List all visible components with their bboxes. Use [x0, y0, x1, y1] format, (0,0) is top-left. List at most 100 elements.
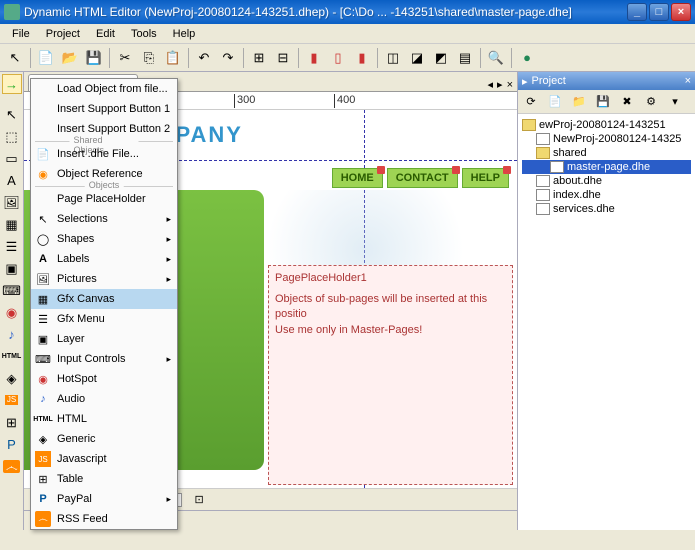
project-folder-icon[interactable]: 📁	[568, 91, 590, 113]
tree-item[interactable]: NewProj-20080124-14325	[522, 132, 691, 146]
layer-icon: ▣	[35, 331, 51, 347]
ctx-generic[interactable]: ◈Generic	[31, 429, 177, 449]
preview-icon[interactable]: 🔍	[485, 47, 507, 69]
project-prop-icon[interactable]: ⚙	[640, 91, 662, 113]
ctx-gfx-menu[interactable]: ☰Gfx Menu	[31, 309, 177, 329]
tree-item-selected[interactable]: master-page.dhe	[522, 160, 691, 174]
tool-a-icon[interactable]: ◫	[382, 47, 404, 69]
tab-nav-left-icon[interactable]: ◂	[488, 78, 494, 91]
toolbox-table-icon[interactable]: ⊞	[2, 412, 22, 432]
toolbox-input-icon[interactable]: ⌨	[2, 280, 22, 300]
project-new-icon[interactable]: 📄	[544, 91, 566, 113]
project-del-icon[interactable]: ✖	[616, 91, 638, 113]
toolbox-rect-icon[interactable]: ▭	[2, 148, 22, 168]
ctx-input-controls[interactable]: ⌨Input Controls	[31, 349, 177, 369]
toolbox-rss-icon[interactable]: ෴	[2, 456, 22, 476]
globe-icon[interactable]: ●	[516, 47, 538, 69]
toolbox-html-icon[interactable]: HTML	[2, 346, 22, 366]
ctx-labels[interactable]: ALabels	[31, 249, 177, 269]
toolbox-audio-icon[interactable]: ♪	[2, 324, 22, 344]
ctx-shapes[interactable]: ◯Shapes	[31, 229, 177, 249]
project-tree[interactable]: ewProj-20080124-143251 NewProj-20080124-…	[518, 114, 695, 530]
nav-help-button[interactable]: HELP	[462, 168, 509, 188]
toolbox-select-icon[interactable]: ⬚	[2, 126, 22, 146]
tool-c-icon[interactable]: ◩	[430, 47, 452, 69]
toolbox-run-icon[interactable]: →	[2, 74, 22, 94]
new-icon[interactable]: 📄	[35, 47, 57, 69]
align-left-icon[interactable]: ▮	[303, 47, 325, 69]
menu-file[interactable]: File	[4, 26, 38, 42]
audio-icon: ♪	[35, 391, 51, 407]
menu-help[interactable]: Help	[165, 26, 204, 42]
project-save-icon[interactable]: 💾	[592, 91, 614, 113]
ctx-paypal[interactable]: PPayPal	[31, 489, 177, 509]
tab-close-icon[interactable]: ×	[507, 79, 513, 91]
toolbox-image-icon[interactable]: 🖼	[2, 192, 22, 212]
window-title: Dynamic HTML Editor (NewProj-20080124-14…	[24, 5, 627, 19]
toolbox-js-icon[interactable]: JS	[2, 390, 22, 410]
toolbox-text-icon[interactable]: A	[2, 170, 22, 190]
paste-icon[interactable]: 📋	[162, 47, 184, 69]
snap-icon[interactable]: ⊟	[272, 47, 294, 69]
menu-tools[interactable]: Tools	[123, 26, 165, 42]
ctx-support-btn1[interactable]: Insert Support Button 1	[31, 99, 177, 119]
tab-nav-right-icon[interactable]: ▸	[497, 78, 503, 91]
tool-b-icon[interactable]: ◪	[406, 47, 428, 69]
redo-icon[interactable]: ↷	[217, 47, 239, 69]
project-more-icon[interactable]: ▾	[664, 91, 686, 113]
minimize-button[interactable]: _	[627, 3, 647, 21]
menu-project[interactable]: Project	[38, 26, 88, 42]
ctx-rss[interactable]: ෴RSS Feed	[31, 509, 177, 529]
cut-icon[interactable]: ✂	[114, 47, 136, 69]
ctx-load-object[interactable]: Load Object from file...	[31, 79, 177, 99]
open-icon[interactable]: 📂	[59, 47, 81, 69]
copy-icon[interactable]: ⎘	[138, 47, 160, 69]
toolbox-generic-icon[interactable]: ◈	[2, 368, 22, 388]
ctx-placeholder[interactable]: Page PlaceHolder	[31, 189, 177, 209]
rss-icon: ෴	[35, 511, 51, 527]
tree-item[interactable]: index.dhe	[522, 188, 691, 202]
ctx-gfx-canvas[interactable]: ▦Gfx Canvas	[31, 289, 177, 309]
ctx-html[interactable]: HTMLHTML	[31, 409, 177, 429]
zoom-fit-icon[interactable]: ⊡	[188, 489, 210, 511]
ctx-javascript[interactable]: JSJavascript	[31, 449, 177, 469]
pointer-tool-icon[interactable]: ↖	[4, 47, 26, 69]
page-placeholder[interactable]: PagePlaceHolder1 Objects of sub-pages wi…	[268, 265, 513, 485]
menu-edit[interactable]: Edit	[88, 26, 123, 42]
ctx-selections[interactable]: ↖Selections	[31, 209, 177, 229]
maximize-button[interactable]: □	[649, 3, 669, 21]
tree-item[interactable]: services.dhe	[522, 202, 691, 216]
ctx-hotspot[interactable]: ◉HotSpot	[31, 369, 177, 389]
save-icon[interactable]: 💾	[83, 47, 105, 69]
ctx-table[interactable]: ⊞Table	[31, 469, 177, 489]
ctx-pictures[interactable]: 🖼Pictures	[31, 269, 177, 289]
insert-context-menu: Load Object from file... Insert Support …	[30, 78, 178, 530]
align-center-icon[interactable]: ▯	[327, 47, 349, 69]
tree-item[interactable]: about.dhe	[522, 174, 691, 188]
toolbox-menu-icon[interactable]: ☰	[2, 236, 22, 256]
ctx-layer[interactable]: ▣Layer	[31, 329, 177, 349]
tree-root[interactable]: ewProj-20080124-143251	[522, 118, 691, 132]
toolbox-pointer-icon[interactable]: ↖	[2, 104, 22, 124]
nav-home-button[interactable]: HOME	[332, 168, 383, 188]
toolbox-hotspot-icon[interactable]: ◉	[2, 302, 22, 322]
panel-header[interactable]: ▸ Project ×	[518, 72, 695, 90]
ctx-audio[interactable]: ♪Audio	[31, 389, 177, 409]
nav-contact-button[interactable]: CONTACT	[387, 168, 458, 188]
align-right-icon[interactable]: ▮	[351, 47, 373, 69]
js-icon: JS	[35, 451, 51, 467]
panel-close-icon[interactable]: ×	[685, 75, 691, 87]
selection-icon: ↖	[35, 211, 51, 227]
tool-d-icon[interactable]: ▤	[454, 47, 476, 69]
toolbox-paypal-icon[interactable]: P	[2, 434, 22, 454]
app-icon	[4, 4, 20, 20]
undo-icon[interactable]: ↶	[193, 47, 215, 69]
ctx-insert-dhe[interactable]: 📄Insert .dhe File...	[31, 144, 177, 164]
project-refresh-icon[interactable]: ⟳	[520, 91, 542, 113]
grid-icon[interactable]: ⊞	[248, 47, 270, 69]
close-button[interactable]: ×	[671, 3, 691, 21]
toolbox-layer-icon[interactable]: ▣	[2, 258, 22, 278]
paypal-icon: P	[35, 491, 51, 507]
toolbox-canvas-icon[interactable]: ▦	[2, 214, 22, 234]
tree-folder-shared[interactable]: shared	[522, 146, 691, 160]
